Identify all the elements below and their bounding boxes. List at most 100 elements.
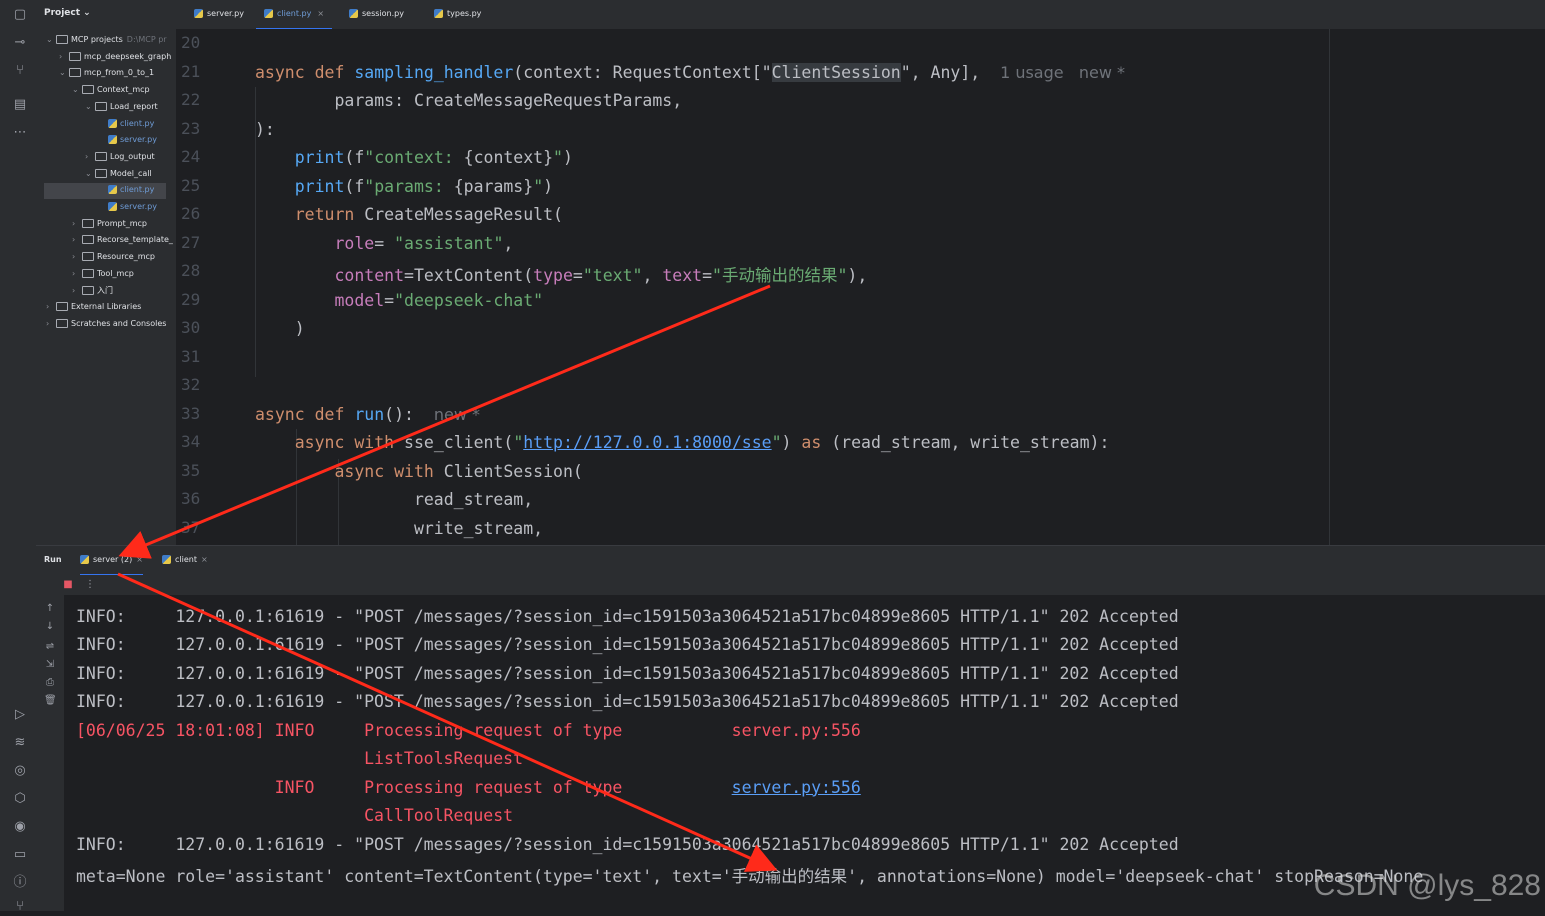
run-tab-server-2-[interactable]: server (2) × — [80, 546, 143, 576]
line-number: 24 — [181, 147, 201, 166]
branches-icon[interactable]: ⑂ — [11, 62, 29, 80]
project-tree-item[interactable]: › Prompt_mcp — [72, 216, 147, 232]
code-line[interactable]: params: CreateMessageRequestParams, — [255, 91, 682, 110]
chevron-right-icon[interactable]: › — [85, 149, 95, 165]
options-icon[interactable]: ⋮ — [84, 579, 96, 591]
chevron-down-icon[interactable]: ⌄ — [59, 65, 69, 81]
chevron-right-icon[interactable]: › — [72, 232, 82, 248]
problems-icon[interactable]: ⓘ — [11, 874, 29, 892]
debug-icon[interactable]: ◉ — [11, 818, 29, 836]
project-tree-item[interactable]: client.py — [98, 182, 154, 198]
inlay-hint[interactable]: new * — [434, 405, 480, 424]
code-line[interactable]: content=TextContent(type="text", text="手… — [255, 262, 867, 286]
code-line[interactable]: async def sampling_handler(context: Requ… — [255, 62, 1125, 82]
print-icon[interactable]: ⎙ — [44, 677, 56, 689]
project-tree-item[interactable]: › Log_output — [85, 149, 155, 165]
folder-icon — [82, 235, 94, 245]
project-panel-title[interactable]: Project ⌄ — [44, 8, 91, 18]
project-tree-item[interactable]: › Tool_mcp — [72, 266, 134, 282]
code-line[interactable]: role= "assistant", — [255, 234, 513, 253]
close-icon[interactable]: × — [201, 555, 208, 564]
structure-icon[interactable]: ▤ — [11, 96, 29, 114]
chevron-right-icon[interactable]: › — [46, 299, 56, 315]
soft-wrap-icon[interactable]: ⇌ — [44, 641, 56, 653]
chevron-down-icon[interactable]: ⌄ — [85, 166, 95, 182]
folder-icon — [95, 101, 107, 111]
inlay-hint[interactable]: 1 usage new * — [1000, 63, 1125, 82]
chevron-down-icon[interactable]: ⌄ — [85, 99, 95, 115]
project-tree-item[interactable]: › Resource_mcp — [72, 249, 155, 265]
project-tree-item[interactable]: › 入门 — [72, 283, 113, 299]
python-file-icon — [434, 9, 443, 18]
run-console[interactable]: INFO: 127.0.0.1:61619 - "GET /sse HTTP/1… — [64, 595, 1545, 911]
layers-icon[interactable]: ≋ — [11, 734, 29, 752]
project-tree-item[interactable]: server.py — [98, 199, 157, 215]
tab-server-py[interactable]: server.py — [186, 0, 252, 28]
tab-label: server.py — [207, 9, 244, 18]
console-file-link[interactable]: server.py:556 — [732, 778, 861, 797]
python-packages-icon[interactable]: ◎ — [11, 762, 29, 780]
tab-client-py[interactable]: client.py × — [256, 0, 333, 30]
code-token: type — [533, 266, 573, 285]
console-line: meta=None role='assistant' content=TextC… — [76, 863, 1423, 887]
run-tab-client[interactable]: client × — [162, 546, 208, 574]
more-icon[interactable]: ⋯ — [11, 124, 29, 142]
code-line[interactable]: print(f"context: {context}") — [255, 148, 573, 167]
chevron-right-icon[interactable]: › — [59, 49, 69, 65]
project-tree-item[interactable]: › mcp_deepseek_graph — [59, 49, 171, 65]
project-tree-item[interactable]: server.py — [98, 132, 157, 148]
code-line[interactable]: ): — [255, 120, 275, 139]
code-line[interactable]: return CreateMessageResult( — [255, 205, 563, 224]
line-number: 27 — [181, 232, 201, 252]
code-token: " — [553, 148, 563, 167]
project-tree-item[interactable]: › Recorse_template_ — [72, 232, 173, 248]
code-line[interactable]: async with ClientSession( — [255, 462, 582, 481]
close-icon[interactable]: × — [317, 9, 324, 18]
chevron-down-icon[interactable]: ⌄ — [72, 82, 82, 98]
chevron-right-icon[interactable]: › — [72, 283, 82, 299]
tree-item-label: client.py — [120, 118, 155, 128]
project-tree-item[interactable]: ⌄ Model_call — [85, 166, 152, 182]
project-tree-item[interactable]: ⌄ MCP projects D:\MCP pr — [46, 32, 167, 48]
project-tree-item[interactable]: ⌄ Load_report — [85, 99, 158, 115]
chevron-right-icon[interactable]: › — [72, 216, 82, 232]
code-line[interactable]: read_stream, — [255, 490, 533, 509]
tab-types-py[interactable]: types.py — [426, 0, 489, 28]
project-tree-item[interactable]: ⌄ mcp_from_0_to_1 — [59, 65, 154, 81]
chevron-right-icon[interactable]: › — [72, 249, 82, 265]
code-line[interactable]: ) — [255, 319, 305, 338]
code-token: , — [503, 233, 514, 253]
scroll-to-end-icon[interactable]: ⇲ — [44, 659, 56, 671]
project-tree-item[interactable]: client.py — [98, 116, 154, 132]
code-line[interactable]: print(f"params: {params}") — [255, 177, 553, 196]
project-tree-item[interactable]: › External Libraries — [46, 299, 141, 315]
python-file-icon — [194, 9, 203, 18]
code-line[interactable]: model="deepseek-chat" — [255, 291, 543, 310]
services-icon[interactable]: ⬡ — [11, 790, 29, 808]
code-editor[interactable]: 20 21 22 23 24 25 26 27 28 29 30 31 32 33 34 35 36 37 asy… — [176, 29, 1545, 545]
project-tree-item[interactable]: › Scratches and Consoles — [46, 316, 166, 332]
code-line[interactable]: async def run(): new * — [255, 405, 480, 424]
chevron-right-icon[interactable]: › — [72, 266, 82, 282]
scroll-up-icon[interactable]: ↑ — [44, 603, 56, 615]
line-number: 20 — [181, 33, 201, 52]
commit-icon[interactable]: ⊸ — [11, 34, 29, 52]
chevron-right-icon[interactable]: › — [46, 316, 56, 332]
line-number: 32 — [181, 375, 201, 394]
code-line[interactable]: write_stream, — [255, 519, 543, 538]
code-token: = — [384, 290, 395, 310]
project-icon[interactable]: ▢ — [11, 6, 29, 24]
project-tree-item[interactable]: ⌄ Context_mcp — [72, 82, 150, 98]
terminal-icon[interactable]: ▭ — [11, 846, 29, 864]
close-icon[interactable]: × — [136, 555, 143, 564]
clear-icon[interactable]: 🗑 — [44, 695, 57, 707]
scroll-down-icon[interactable]: ↓ — [44, 621, 56, 633]
code-token: {params} — [453, 176, 534, 196]
code-line[interactable]: async with sse_client("http://127.0.0.1:… — [255, 433, 1110, 452]
git-icon[interactable]: ⑂ — [11, 898, 29, 916]
chevron-down-icon[interactable]: ⌄ — [46, 32, 56, 48]
run-icon[interactable]: ▷ — [11, 706, 29, 724]
code-token[interactable]: http://127.0.0.1:8000/sse — [523, 433, 771, 452]
tab-session-py[interactable]: session.py — [341, 0, 412, 28]
